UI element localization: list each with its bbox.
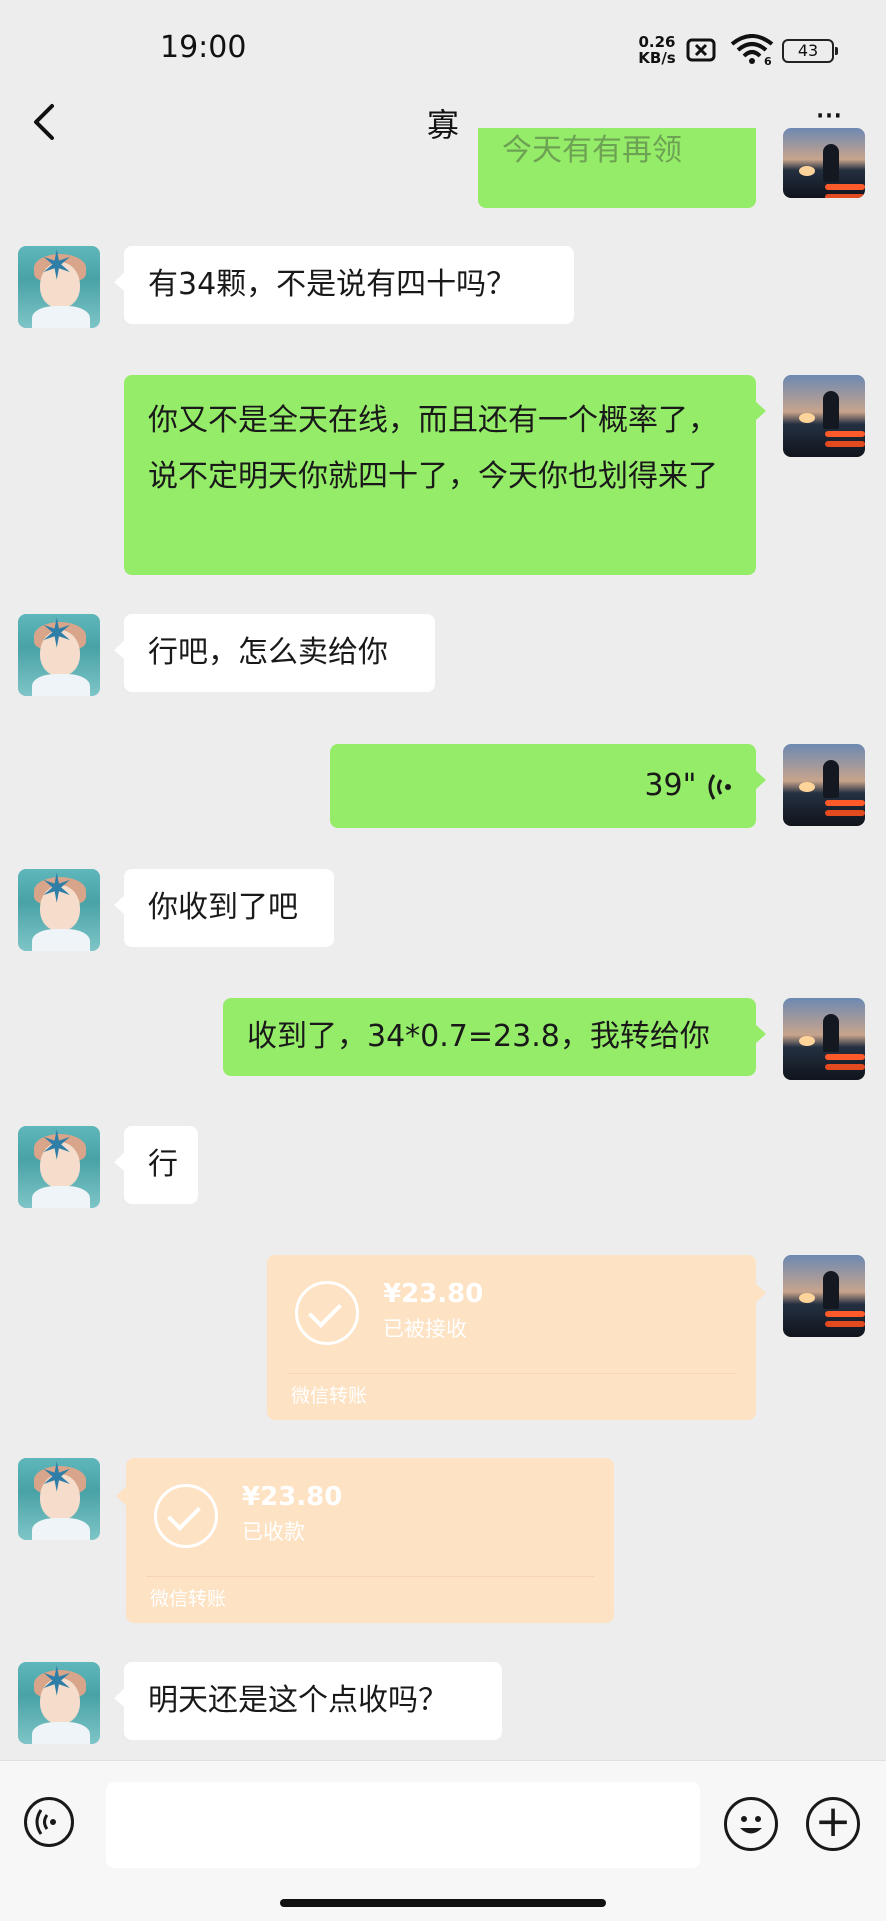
message-bubble-received[interactable]: 行 [114,1126,198,1204]
my-avatar[interactable] [783,744,865,826]
transfer-divider [146,1576,594,1577]
wifi-icon: 6 [730,34,774,66]
contact-avatar[interactable]: ✶ [18,1662,100,1744]
voice-wave-icon [708,773,731,800]
my-avatar[interactable] [783,998,865,1080]
contact-avatar[interactable]: ✶ [18,246,100,328]
message-bubble-sent[interactable]: 今天有有再领 [478,128,756,208]
message-bubble-sent[interactable]: 你又不是全天在线，而且还有一个概率了，说不定明天你就四十了，今天你也划得来了 [124,375,766,575]
voice-icon [35,1809,56,1835]
my-avatar[interactable] [783,1255,865,1337]
message-text: 你又不是全天在线，而且还有一个概率了，说不定明天你就四十了，今天你也划得来了 [148,403,718,494]
message-bubble-received[interactable]: 你收到了吧 [114,869,334,947]
check-icon [154,1484,218,1548]
voice-duration: 39" [644,768,697,803]
plus-button[interactable]: + [806,1797,860,1851]
transfer-amount: ¥23.80 [383,1279,484,1309]
transfer-card-sent[interactable]: ¥23.80 已被接收 微信转账 [267,1255,766,1420]
message-text: 今天有有再领 [502,133,682,168]
battery-icon: 43 [782,39,838,63]
message-text: 收到了，34*0.7=23.8，我转给你 [247,1019,710,1054]
network-speed: 0.26 KB/s [636,34,678,66]
no-sim-icon [686,38,716,62]
transfer-amount: ¥23.80 [242,1482,343,1512]
transfer-divider [287,1373,736,1374]
contact-avatar[interactable]: ✶ [18,1126,100,1208]
my-avatar[interactable] [783,128,865,198]
message-text: 行 [148,1147,178,1182]
plus-icon: + [814,1796,852,1847]
message-text: 明天还是这个点收吗？ [148,1683,448,1718]
emoji-button[interactable] [724,1797,778,1851]
network-speed-value: 0.26 [638,33,676,51]
contact-avatar[interactable]: ✶ [18,1458,100,1540]
message-input[interactable] [106,1782,700,1868]
message-bubble-received[interactable]: 有34颗，不是说有四十吗？ [114,246,574,324]
message-text: 有34颗，不是说有四十吗？ [148,267,517,302]
contact-avatar[interactable]: ✶ [18,614,100,696]
wifi-label: 6 [764,55,772,66]
message-bubble-received[interactable]: 明天还是这个点收吗？ [114,1662,502,1740]
message-bubble-received[interactable]: 行吧，怎么卖给你 [114,614,435,692]
message-text: 行吧，怎么卖给你 [148,635,388,670]
transfer-status: 已被接收 [383,1317,467,1341]
emoji-icon [740,1816,762,1834]
transfer-card-received[interactable]: ¥23.80 已收款 微信转账 [116,1458,614,1623]
status-time: 19:00 [160,30,247,65]
my-avatar[interactable] [783,375,865,457]
message-bubble-sent[interactable]: 收到了，34*0.7=23.8，我转给你 [223,998,766,1076]
message-text: 你收到了吧 [148,890,298,925]
check-icon [295,1281,359,1345]
transfer-label: 微信转账 [150,1588,227,1610]
voice-button[interactable] [24,1797,74,1847]
contact-avatar[interactable]: ✶ [18,869,100,951]
transfer-status: 已收款 [242,1520,305,1544]
transfer-label: 微信转账 [291,1385,368,1407]
network-speed-unit: KB/s [638,49,676,67]
voice-message-bubble[interactable]: 39" [330,744,766,828]
battery-level: 43 [797,41,819,60]
home-indicator[interactable] [280,1899,606,1907]
